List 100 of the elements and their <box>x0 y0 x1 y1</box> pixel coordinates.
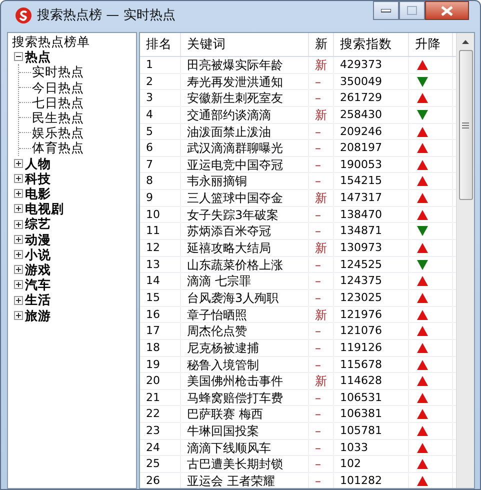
tree-item[interactable]: 科技 <box>25 170 51 186</box>
window-title: 搜索热点榜 — 实时热点 <box>37 7 176 24</box>
table-cell: 9 <box>140 190 181 206</box>
tree-item[interactable]: 动漫 <box>25 232 51 247</box>
table-cell: 章子怡晒照 <box>181 306 309 323</box>
table-cell: 124375 <box>334 273 409 290</box>
table-cell: 滴滴 七宗罪 <box>181 273 309 290</box>
table-cell: – <box>309 290 334 306</box>
table-cell: – <box>309 223 334 240</box>
table-cell: 台风袭海3人殉职 <box>181 290 309 306</box>
maximize-button[interactable] <box>399 1 425 20</box>
table-cell: 新 <box>309 306 334 323</box>
tree-item[interactable]: 人物 <box>25 156 51 171</box>
table-cell: – <box>309 390 334 406</box>
table-cell: 12 <box>140 240 181 256</box>
app-logo-icon <box>15 6 32 24</box>
table-cell: 11 <box>140 223 181 240</box>
tree-item[interactable]: 生活 <box>25 292 51 308</box>
scrollbar[interactable] <box>456 33 474 488</box>
table-cell: 18 <box>140 340 181 356</box>
table-cell: 119126 <box>334 340 409 356</box>
table-cell: 15 <box>140 290 181 306</box>
table-cell: 261729 <box>334 90 409 106</box>
tree-item[interactable]: 旅游 <box>25 308 51 323</box>
table-cell: 115678 <box>334 356 409 373</box>
collapse-icon[interactable] <box>14 52 23 62</box>
table-cell: 208197 <box>334 140 409 156</box>
table-cell: – <box>309 340 334 356</box>
tree-item[interactable]: 今日热点 <box>32 80 84 95</box>
tree-item[interactable]: 体育热点 <box>32 140 84 156</box>
table-cell: 牛琳回国投案 <box>181 423 309 440</box>
table-cell: 25 <box>140 456 181 472</box>
table-cell: 韦永丽摘铜 <box>181 173 309 190</box>
table-cell: – <box>309 473 334 488</box>
tree-item[interactable]: 综艺 <box>25 216 51 232</box>
tree-item[interactable]: 娱乐热点 <box>32 125 84 140</box>
table-cell: – <box>309 323 334 340</box>
minimize-icon <box>381 8 391 12</box>
table-cell: – <box>309 273 334 290</box>
table-cell: 13 <box>140 256 181 273</box>
close-icon <box>441 6 453 16</box>
column-header[interactable]: 新 <box>309 33 334 56</box>
tree-item[interactable]: 七日热点 <box>32 94 84 110</box>
table-cell: 26 <box>140 473 181 488</box>
table-cell: – <box>309 156 334 173</box>
tree-item[interactable]: 电视剧 <box>25 201 64 216</box>
table-cell: 6 <box>140 140 181 156</box>
maximize-icon <box>407 6 417 15</box>
table-cell: 新 <box>309 106 334 123</box>
tree-root[interactable]: 搜索热点榜单 <box>12 34 90 50</box>
table-cell: 美国佛州枪击事件 <box>181 373 309 390</box>
expand-icon[interactable] <box>14 265 23 274</box>
table-cell: – <box>309 356 334 373</box>
expand-icon[interactable] <box>14 280 23 290</box>
table-cell: 138470 <box>334 206 409 223</box>
expand-icon[interactable] <box>14 204 23 214</box>
table-cell: 134871 <box>334 223 409 240</box>
expand-icon[interactable] <box>14 234 23 244</box>
table-cell: 20 <box>140 373 181 390</box>
table-cell: 新 <box>309 57 334 73</box>
table-cell: 101282 <box>334 473 409 488</box>
tree-item[interactable]: 民生热点 <box>32 110 84 126</box>
table-cell: 亚运电竞中国夺冠 <box>181 156 309 173</box>
expand-icon[interactable] <box>14 250 23 259</box>
table-cell: 106381 <box>334 406 409 422</box>
table-cell: 1 <box>140 57 181 73</box>
expand-icon[interactable] <box>14 296 23 305</box>
column-header[interactable]: 排名 <box>140 33 181 56</box>
table-cell: – <box>309 140 334 156</box>
expand-icon[interactable] <box>14 220 23 229</box>
tree-item[interactable]: 游戏 <box>25 262 51 278</box>
tree-item[interactable]: 小说 <box>25 246 51 262</box>
expand-icon[interactable] <box>14 189 23 198</box>
table-cell: 周杰伦点赞 <box>181 323 309 340</box>
scroll-thumb[interactable] <box>458 50 472 200</box>
table-cell: 滴滴下线顺风车 <box>181 440 309 456</box>
tree-item[interactable]: 汽车 <box>25 277 51 292</box>
table-cell: 258430 <box>334 106 409 123</box>
tree-item[interactable]: 热点 <box>25 49 51 64</box>
tree-item[interactable]: 实时热点 <box>32 64 84 80</box>
minimize-button[interactable] <box>373 1 399 20</box>
table-cell: 130973 <box>334 240 409 256</box>
column-header[interactable]: 升降 <box>409 33 453 56</box>
table-cell: 147317 <box>334 190 409 206</box>
close-button[interactable] <box>425 1 469 20</box>
table-cell: 17 <box>140 323 181 340</box>
table-cell: 5 <box>140 124 181 140</box>
table-cell: 1033 <box>334 440 409 456</box>
scroll-up-icon[interactable] <box>462 40 469 44</box>
table-cell: 124525 <box>334 256 409 273</box>
tree-item[interactable]: 电影 <box>25 186 51 202</box>
table-cell: 16 <box>140 306 181 323</box>
column-header[interactable]: 关键词 <box>181 33 309 56</box>
expand-icon[interactable] <box>14 174 23 183</box>
expand-icon[interactable] <box>14 158 23 168</box>
column-header[interactable]: 搜索指数 <box>334 33 409 56</box>
table-cell: 尼克杨被逮捕 <box>181 340 309 356</box>
expand-icon[interactable] <box>14 310 23 320</box>
table-cell: 22 <box>140 406 181 422</box>
table-cell: 新 <box>309 190 334 206</box>
